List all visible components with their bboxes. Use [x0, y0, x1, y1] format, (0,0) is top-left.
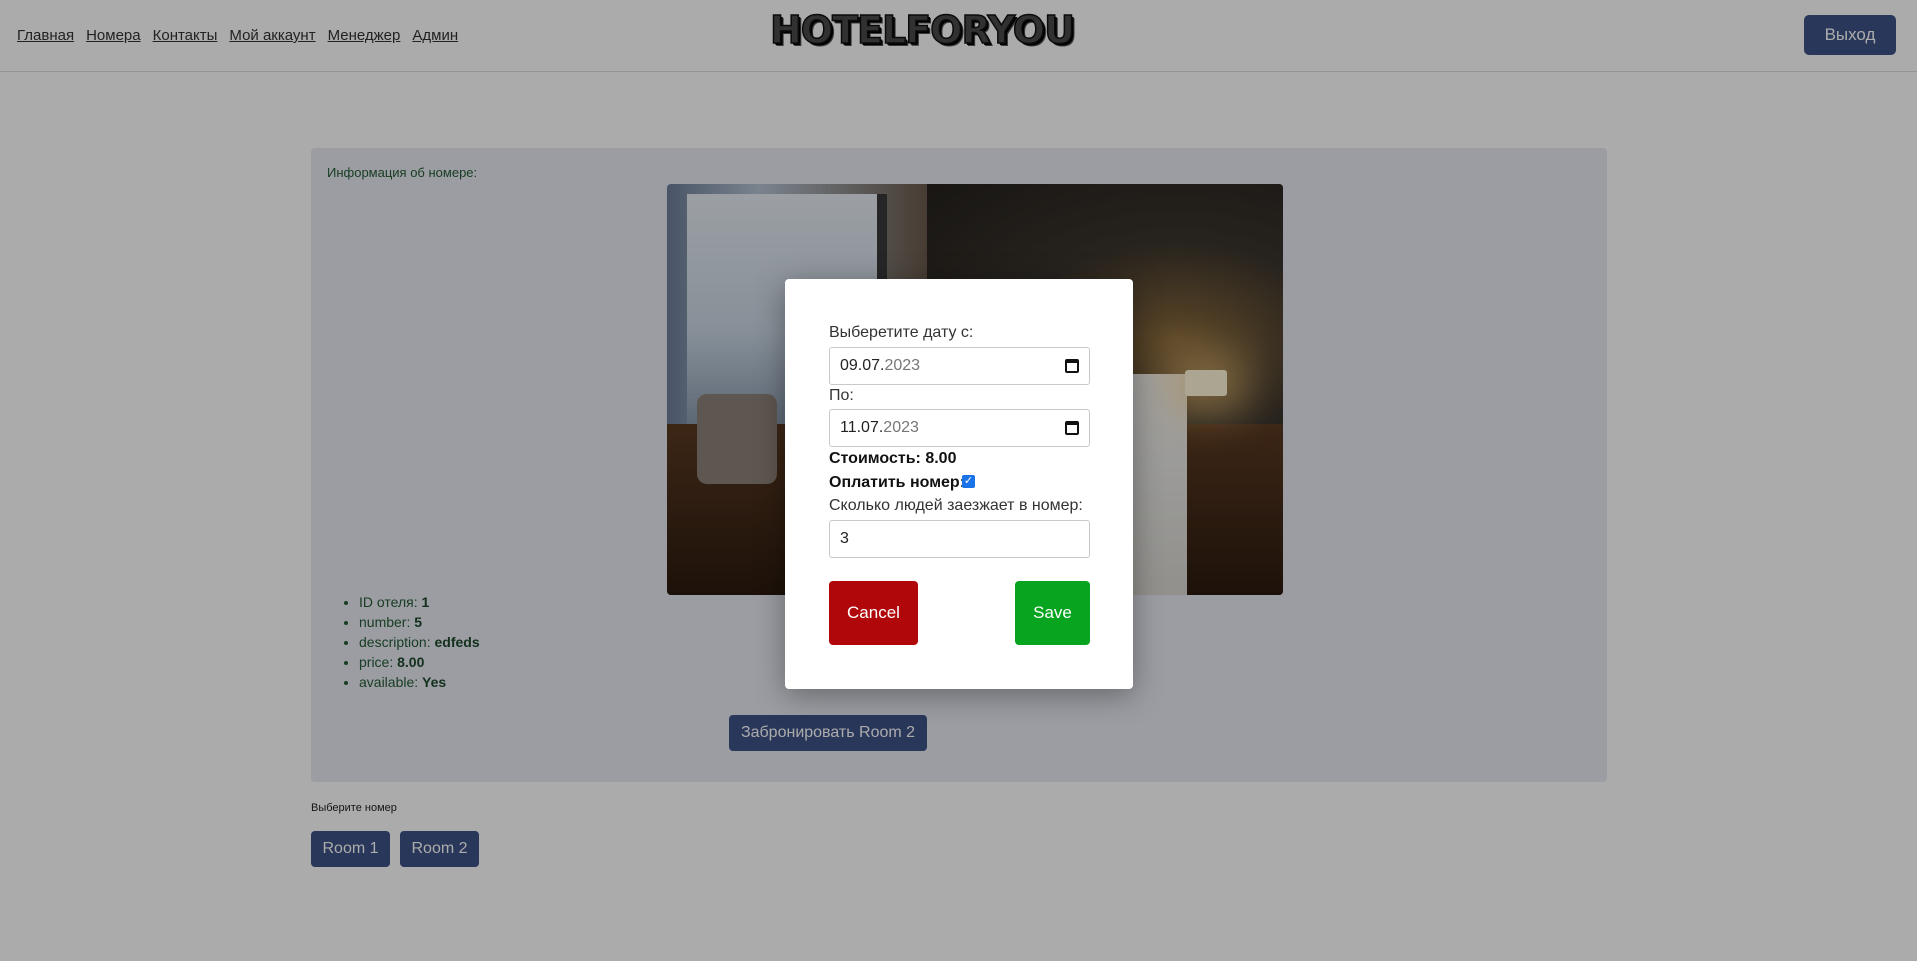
from-date-input[interactable]: 09.07. 2023 [829, 347, 1090, 385]
from-date-label: Выберетите дату с: [829, 324, 974, 341]
to-date-value: 11.07. [840, 419, 884, 436]
to-date-year: 2023 [883, 419, 919, 436]
calendar-icon[interactable] [1065, 359, 1079, 373]
cancel-button[interactable]: Cancel [829, 581, 918, 645]
save-button[interactable]: Save [1015, 581, 1090, 645]
people-input[interactable]: 3 [829, 520, 1090, 558]
from-date-year: 2023 [884, 357, 921, 374]
cost-text: Стоимость: 8.00 [829, 450, 957, 467]
pay-label: Оплатить номер: [829, 474, 966, 491]
calendar-icon[interactable] [1065, 421, 1079, 435]
to-date-label: По: [829, 387, 854, 404]
people-label: Сколько людей заезжает в номер: [829, 497, 1083, 514]
to-date-input[interactable]: 11.07. 2023 [829, 409, 1090, 447]
from-date-value: 09.07. [840, 357, 885, 374]
booking-modal: Выберетите дату с: 09.07. 2023 По: 11.07.… [785, 279, 1133, 689]
pay-checkbox[interactable]: ✓ [962, 475, 975, 488]
